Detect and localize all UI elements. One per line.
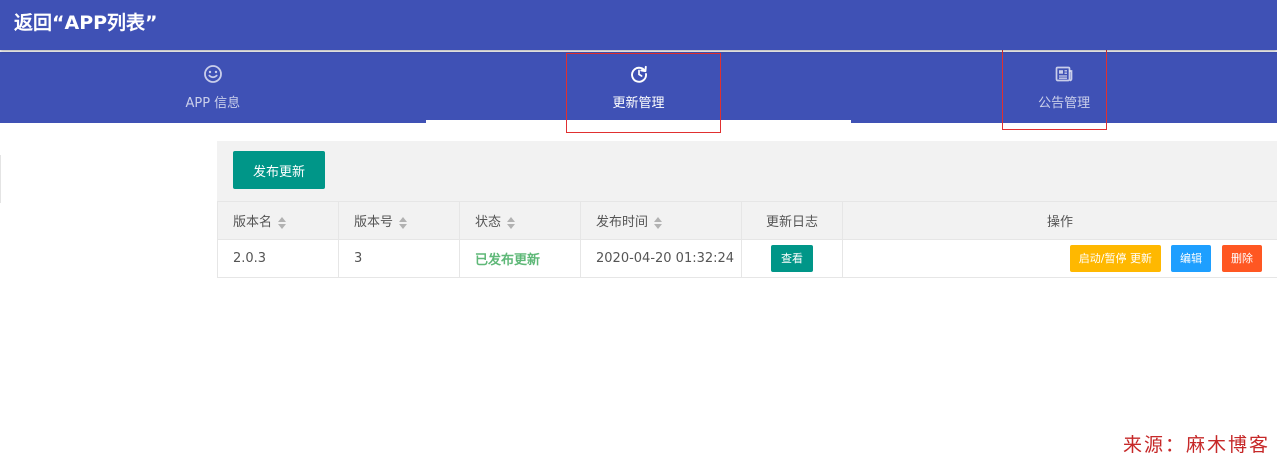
tab-app-info[interactable]: APP 信息	[0, 52, 426, 123]
table-header-row: 版本名 版本号 状态 发布时间 更新日志 操作	[218, 202, 1277, 240]
edit-button[interactable]: 编辑	[1171, 245, 1211, 272]
cell-version-code: 3	[339, 240, 460, 278]
column-header-update-log: 更新日志	[742, 202, 843, 240]
cell-actions: 启动/暂停 更新编辑删除	[843, 240, 1277, 278]
versions-table: 版本名 版本号 状态 发布时间 更新日志 操作 2.0.3 3 已发布更新 20…	[217, 201, 1277, 278]
source-watermark: 来源：麻木博客	[1123, 430, 1270, 457]
toggle-update-button[interactable]: 启动/暂停 更新	[1070, 245, 1161, 272]
sort-icon[interactable]	[399, 217, 407, 229]
cell-status: 已发布更新	[460, 240, 581, 278]
newspaper-icon	[1054, 64, 1074, 84]
sidebar-edge	[0, 155, 1, 203]
back-to-app-list-link[interactable]: 返回“APP列表”	[14, 8, 158, 35]
tab-update-management[interactable]: 更新管理	[426, 52, 852, 123]
tab-app-info-label: APP 信息	[185, 92, 240, 111]
cell-update-log: 查看	[742, 240, 843, 278]
sort-icon[interactable]	[278, 217, 286, 229]
view-log-button[interactable]: 查看	[771, 245, 813, 272]
sort-icon[interactable]	[654, 217, 662, 229]
refresh-clock-icon	[629, 64, 649, 84]
publish-update-button[interactable]: 发布更新	[233, 151, 325, 189]
tab-announcement-management-label: 公告管理	[1038, 92, 1090, 111]
sort-icon[interactable]	[507, 217, 515, 229]
column-header-status[interactable]: 状态	[460, 202, 581, 240]
delete-button[interactable]: 删除	[1222, 245, 1262, 272]
active-tab-indicator	[426, 120, 852, 123]
cell-publish-time: 2020-04-20 01:32:24	[581, 240, 742, 278]
top-header: 返回“APP列表”	[0, 0, 1277, 50]
column-header-publish-time[interactable]: 发布时间	[581, 202, 742, 240]
table-row: 2.0.3 3 已发布更新 2020-04-20 01:32:24 查看 启动/…	[218, 240, 1277, 278]
update-panel: 发布更新 版本名 版本号 状态 发布时间 更新日志 操作 2.0.3 3 已发布…	[217, 141, 1277, 278]
table-toolbar: 发布更新	[217, 141, 1277, 201]
tab-bar: APP 信息 更新管理 公告管理	[0, 52, 1277, 123]
column-header-version-name[interactable]: 版本名	[218, 202, 339, 240]
column-header-actions: 操作	[843, 202, 1277, 240]
cell-version-name: 2.0.3	[218, 240, 339, 278]
tab-announcement-management[interactable]: 公告管理	[851, 52, 1277, 123]
smile-icon	[203, 64, 223, 84]
tab-update-management-label: 更新管理	[613, 92, 665, 111]
column-header-version-code[interactable]: 版本号	[339, 202, 460, 240]
status-text: 已发布更新	[475, 253, 540, 268]
